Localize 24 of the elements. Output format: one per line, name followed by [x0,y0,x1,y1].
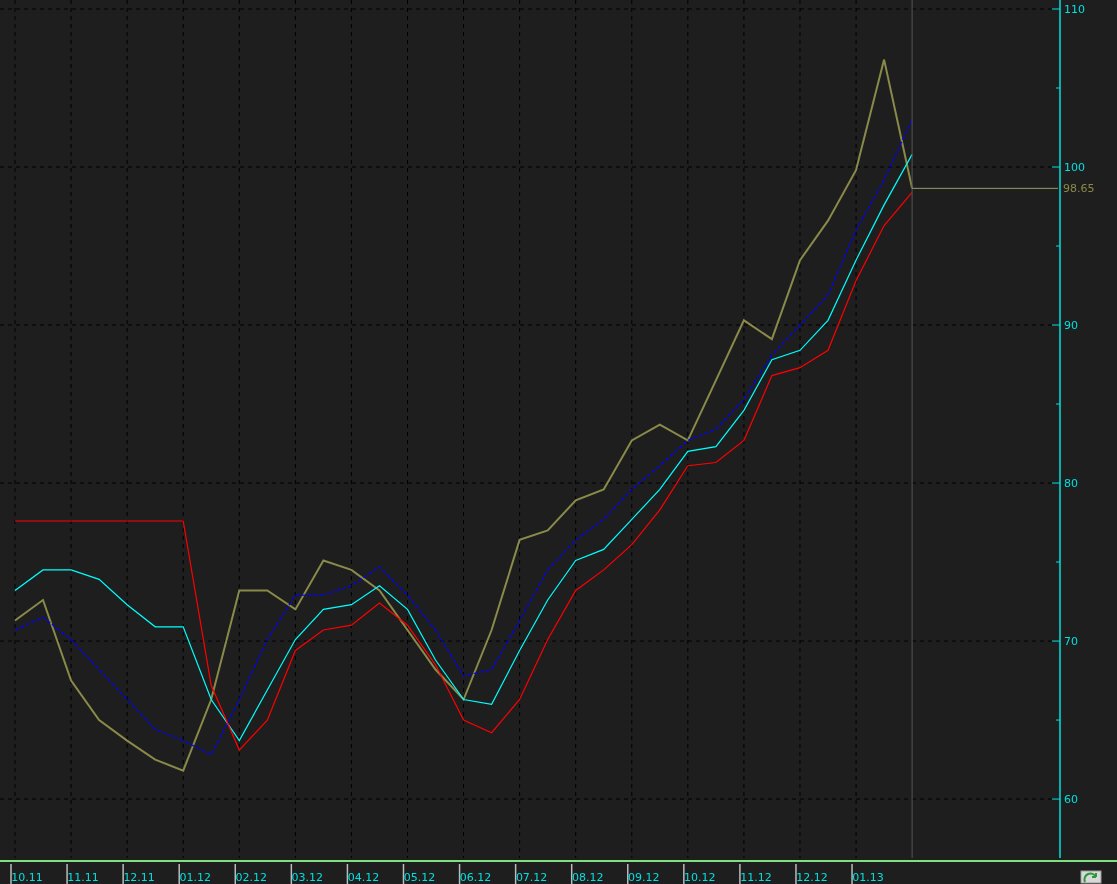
x-tick-label: 11.11 [67,871,99,884]
x-tick-label: 06.12 [459,871,492,884]
x-tick-label: 01.13 [852,871,884,884]
y-tick-label: 90 [1064,319,1078,333]
refresh-icon[interactable] [1080,870,1102,884]
x-tick-label: 02.12 [235,871,268,884]
x-tick-label: 07.12 [515,871,548,884]
x-tick-label: 12.11 [123,871,155,884]
x-tick-label: 12.12 [796,871,828,884]
last-price-label: 98.65 [1063,182,1095,196]
x-tick-label: 10.12 [684,871,716,884]
y-tick-label: 70 [1064,635,1078,649]
x-tick-label: 10.11 [11,871,43,884]
y-tick-label: 100 [1064,161,1085,174]
y-tick-label: 60 [1064,793,1078,807]
x-tick-label: 01.12 [179,871,211,884]
y-tick-label: 80 [1064,477,1078,491]
x-tick-label: 08.12 [571,871,604,884]
x-tick-label: 03.12 [291,871,324,884]
x-tick-label: 04.12 [347,871,380,884]
y-tick-label: 110 [1064,3,1085,16]
x-tick-label: 11.12 [740,871,772,884]
x-tick-label: 05.12 [403,871,436,884]
x-tick-label: 09.12 [628,871,660,884]
